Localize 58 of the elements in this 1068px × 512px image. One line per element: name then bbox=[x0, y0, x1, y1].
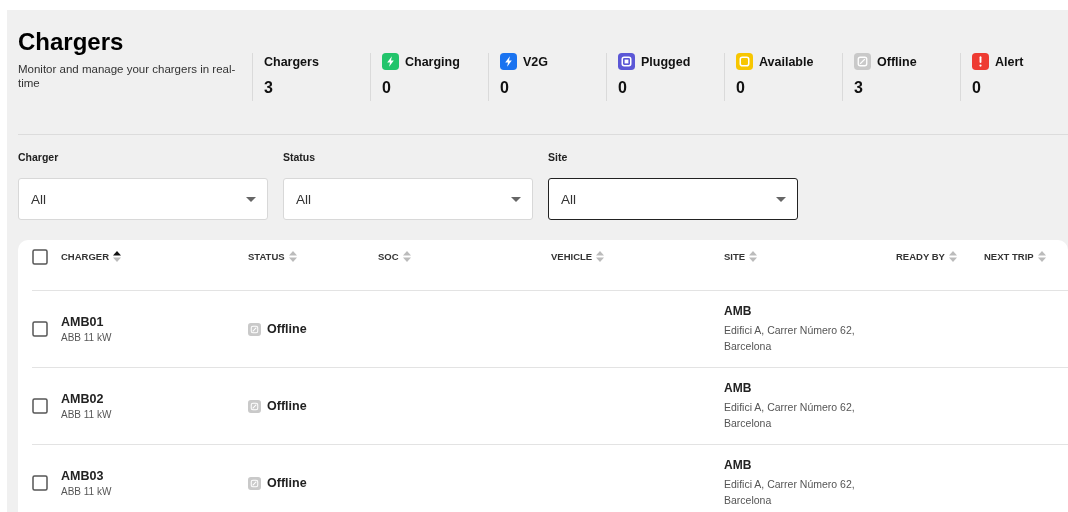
stat-label: Available bbox=[759, 54, 814, 69]
caret-icon bbox=[246, 196, 256, 202]
checkbox[interactable] bbox=[32, 398, 48, 414]
charger-model: ABB 11 kW bbox=[61, 332, 113, 343]
caret-icon bbox=[511, 196, 521, 202]
charger-model: ABB 11 kW bbox=[61, 486, 113, 497]
column-header[interactable]: CHARGER bbox=[61, 251, 110, 262]
filter-label: Charger bbox=[18, 151, 60, 165]
site-address: Edifici A, Carrer Número 62, Barcelona bbox=[724, 477, 856, 508]
status-label: Offline bbox=[267, 399, 307, 413]
stat-label: Offline bbox=[877, 54, 917, 69]
stat-value: 3 bbox=[264, 79, 274, 97]
filter-dropdown[interactable]: All bbox=[548, 178, 798, 220]
square-icon bbox=[736, 53, 753, 70]
filter-dropdown[interactable]: All bbox=[18, 178, 268, 220]
stat-value: 0 bbox=[500, 79, 510, 97]
lightning-icon bbox=[382, 53, 399, 70]
stat-label: V2G bbox=[523, 54, 548, 69]
column-header[interactable]: NEXT TRIP bbox=[984, 251, 1034, 262]
site-name: AMB bbox=[724, 381, 753, 395]
stat-value: 0 bbox=[382, 79, 392, 97]
site-address: Edifici A, Carrer Número 62, Barcelona bbox=[724, 323, 856, 354]
site-address: Edifici A, Carrer Número 62, Barcelona bbox=[724, 400, 856, 431]
page-subtitle: Monitor and manage your chargers in real-time bbox=[18, 62, 237, 90]
caret-icon bbox=[776, 196, 786, 202]
slash-icon bbox=[854, 53, 871, 70]
stat-value: 0 bbox=[618, 79, 628, 97]
stat-label: Charging bbox=[405, 54, 460, 69]
charger-name: AMB03 bbox=[61, 469, 105, 483]
column-header[interactable]: STATUS bbox=[248, 251, 285, 262]
sort-icon[interactable] bbox=[113, 251, 122, 262]
filter-label: Site bbox=[548, 151, 569, 165]
lightning-icon bbox=[500, 53, 517, 70]
stat-value: 3 bbox=[854, 79, 864, 97]
charger-model: ABB 11 kW bbox=[61, 409, 113, 420]
site-name: AMB bbox=[724, 458, 753, 472]
stat-label: Alert bbox=[995, 54, 1024, 69]
stat-value: 0 bbox=[972, 79, 982, 97]
stat-label: Chargers bbox=[264, 54, 319, 69]
column-header[interactable]: VEHICLE bbox=[551, 251, 593, 262]
charger-name: AMB01 bbox=[61, 315, 105, 329]
status-label: Offline bbox=[267, 322, 307, 336]
square-icon bbox=[618, 53, 635, 70]
charger-name: AMB02 bbox=[61, 392, 105, 406]
filter-dropdown[interactable]: All bbox=[283, 178, 533, 220]
page-title: Chargers bbox=[18, 28, 125, 56]
checkbox[interactable] bbox=[32, 475, 48, 491]
stat-value: 0 bbox=[736, 79, 746, 97]
filter-label: Status bbox=[283, 151, 317, 165]
exclamation-icon bbox=[972, 53, 989, 70]
site-name: AMB bbox=[724, 304, 753, 318]
column-header[interactable]: READY BY bbox=[896, 251, 945, 262]
column-header[interactable]: SOC bbox=[378, 251, 399, 262]
status-label: Offline bbox=[267, 476, 307, 490]
checkbox[interactable] bbox=[32, 248, 48, 265]
checkbox[interactable] bbox=[32, 321, 48, 337]
stat-label: Plugged bbox=[641, 54, 691, 69]
column-header[interactable]: SITE bbox=[724, 251, 746, 262]
